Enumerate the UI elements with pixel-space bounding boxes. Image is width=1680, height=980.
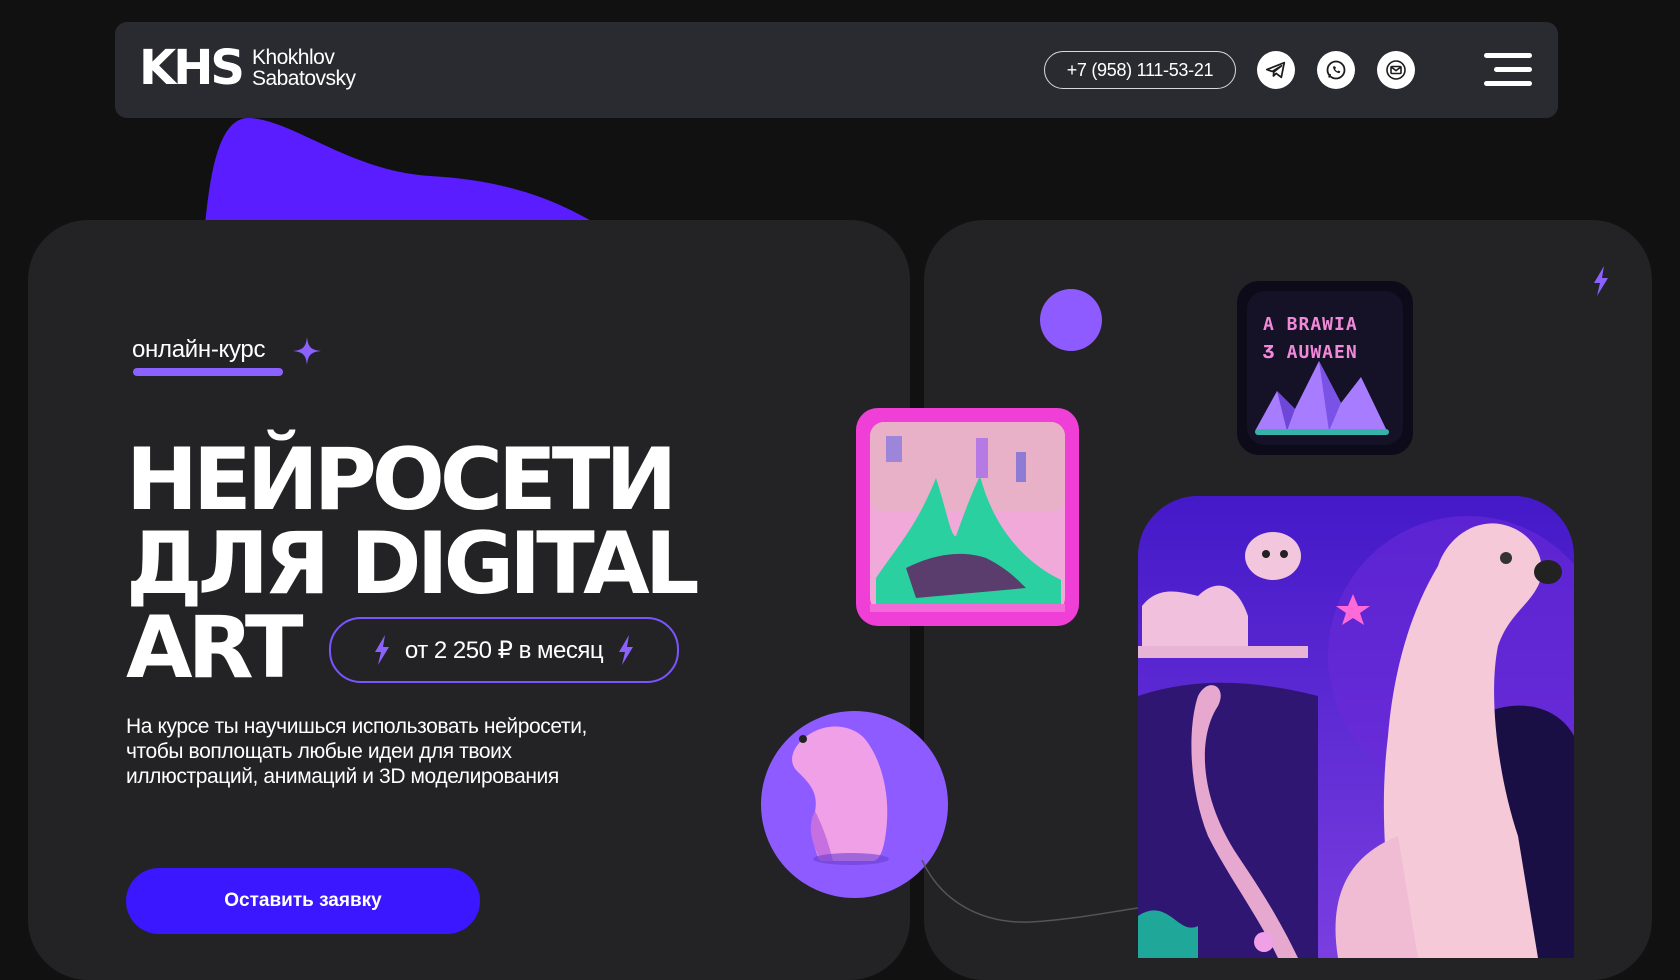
whatsapp-icon[interactable] (1317, 51, 1355, 89)
mail-icon[interactable] (1377, 51, 1415, 89)
artwork-poster: A BRAWIA Ӡ AUWAEN (1237, 281, 1413, 455)
decorative-curve (921, 860, 1139, 923)
logo-text: Khokhlov Sabatovsky (252, 47, 356, 89)
sparkle-icon (293, 337, 321, 365)
tag-underline (133, 368, 283, 376)
site-header: KHS Khokhlov Sabatovsky +7 (958) 111-53-… (115, 22, 1558, 118)
telegram-icon[interactable] (1257, 51, 1295, 89)
logo-line-1: Khokhlov (251, 46, 335, 69)
poster-text-line-2: Ӡ AUWAEN (1263, 342, 1358, 363)
poster-text-line-1: A BRAWIA (1263, 314, 1358, 335)
submit-application-button[interactable]: Оставить заявку (126, 868, 480, 934)
decorative-blob (205, 117, 600, 226)
hero-title-line-1: НЕЙРОСЕТИ (126, 430, 677, 530)
course-type-label: онлайн-курс (132, 336, 266, 363)
lightning-icon (619, 635, 634, 665)
lightning-icon (1594, 266, 1608, 296)
artwork-creature-large (1138, 496, 1574, 958)
price-text: от 2 250 ₽ в месяц (404, 636, 604, 664)
phone-link[interactable]: +7 (958) 111-53-21 (1044, 51, 1236, 89)
logo-mark: KHS (139, 40, 245, 96)
artwork-landscape (856, 408, 1079, 626)
price-badge: от 2 250 ₽ в месяц (329, 617, 679, 683)
hero-description: На курсе ты научишься использовать нейро… (126, 715, 587, 788)
menu-icon[interactable] (1480, 50, 1532, 90)
logo-line-2: Sabatovsky (251, 67, 356, 90)
lightning-icon (374, 635, 389, 665)
logo[interactable]: KHS Khokhlov Sabatovsky (139, 44, 356, 92)
hero-title-line-2: ДЛЯ DIGITAL (126, 514, 699, 614)
decorative-dot (1040, 289, 1102, 351)
